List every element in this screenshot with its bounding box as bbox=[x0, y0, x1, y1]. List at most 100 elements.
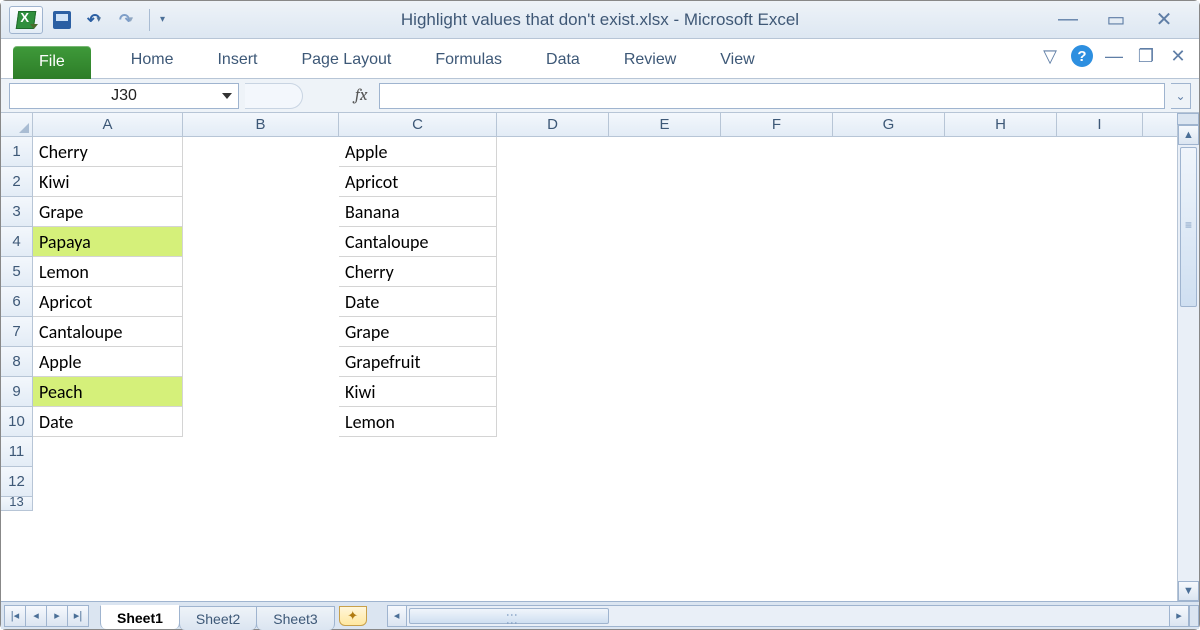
cell-G2[interactable] bbox=[833, 167, 945, 197]
row-header-8[interactable]: 8 bbox=[1, 347, 33, 377]
sheet-tab-sheet3[interactable]: Sheet3 bbox=[256, 606, 334, 630]
cell-B3[interactable] bbox=[183, 197, 339, 227]
cell-D4[interactable] bbox=[497, 227, 609, 257]
cell-E10[interactable] bbox=[609, 407, 721, 437]
tab-data[interactable]: Data bbox=[524, 43, 602, 78]
cell-G3[interactable] bbox=[833, 197, 945, 227]
vertical-scroll-thumb[interactable] bbox=[1180, 147, 1197, 307]
cell-D9[interactable] bbox=[497, 377, 609, 407]
horizontal-scroll-track[interactable] bbox=[407, 605, 1169, 627]
close-button[interactable]: ✕ bbox=[1151, 7, 1177, 32]
cell-F12[interactable] bbox=[721, 467, 833, 497]
cell-I7[interactable] bbox=[1057, 317, 1143, 347]
cell-C9[interactable]: Kiwi bbox=[339, 377, 497, 407]
tab-formulas[interactable]: Formulas bbox=[413, 43, 524, 78]
row-header-3[interactable]: 3 bbox=[1, 197, 33, 227]
cell-E11[interactable] bbox=[609, 437, 721, 467]
cell-D5[interactable] bbox=[497, 257, 609, 287]
cell-H10[interactable] bbox=[945, 407, 1057, 437]
cell-F5[interactable] bbox=[721, 257, 833, 287]
cell-E9[interactable] bbox=[609, 377, 721, 407]
row-header-7[interactable]: 7 bbox=[1, 317, 33, 347]
row-header-2[interactable]: 2 bbox=[1, 167, 33, 197]
cell-F13[interactable] bbox=[721, 497, 833, 511]
cell-C10[interactable]: Lemon bbox=[339, 407, 497, 437]
cell-F11[interactable] bbox=[721, 437, 833, 467]
cell-I3[interactable] bbox=[1057, 197, 1143, 227]
tab-page-layout[interactable]: Page Layout bbox=[279, 43, 413, 78]
cell-B5[interactable] bbox=[183, 257, 339, 287]
cell-I1[interactable] bbox=[1057, 137, 1143, 167]
help-button[interactable]: ? bbox=[1071, 45, 1093, 67]
column-header-G[interactable]: G bbox=[833, 113, 945, 136]
app-menu-button[interactable] bbox=[9, 6, 43, 34]
select-all-button[interactable] bbox=[1, 113, 33, 136]
cell-H9[interactable] bbox=[945, 377, 1057, 407]
cell-C3[interactable]: Banana bbox=[339, 197, 497, 227]
scroll-up-button[interactable]: ▲ bbox=[1178, 125, 1199, 145]
formula-bar[interactable] bbox=[379, 83, 1165, 109]
cell-B4[interactable] bbox=[183, 227, 339, 257]
cell-I12[interactable] bbox=[1057, 467, 1143, 497]
cell-C1[interactable]: Apple bbox=[339, 137, 497, 167]
cell-D7[interactable] bbox=[497, 317, 609, 347]
cell-F1[interactable] bbox=[721, 137, 833, 167]
cell-C2[interactable]: Apricot bbox=[339, 167, 497, 197]
scroll-right-button[interactable]: ▸ bbox=[1169, 605, 1189, 627]
cell-F8[interactable] bbox=[721, 347, 833, 377]
cell-H13[interactable] bbox=[945, 497, 1057, 511]
cell-C6[interactable]: Date bbox=[339, 287, 497, 317]
cell-E2[interactable] bbox=[609, 167, 721, 197]
vertical-split-handle[interactable] bbox=[1177, 113, 1199, 125]
cell-C4[interactable]: Cantaloupe bbox=[339, 227, 497, 257]
cell-F3[interactable] bbox=[721, 197, 833, 227]
cell-A3[interactable]: Grape bbox=[33, 197, 183, 227]
cell-B12[interactable] bbox=[183, 467, 339, 497]
cell-F9[interactable] bbox=[721, 377, 833, 407]
horizontal-scrollbar[interactable]: ◂ ▸ bbox=[387, 605, 1199, 627]
cell-E5[interactable] bbox=[609, 257, 721, 287]
column-header-A[interactable]: A bbox=[33, 113, 183, 136]
cell-F7[interactable] bbox=[721, 317, 833, 347]
cell-A5[interactable]: Lemon bbox=[33, 257, 183, 287]
cell-A11[interactable] bbox=[33, 437, 183, 467]
cell-A8[interactable]: Apple bbox=[33, 347, 183, 377]
cell-B7[interactable] bbox=[183, 317, 339, 347]
cell-A6[interactable]: Apricot bbox=[33, 287, 183, 317]
cell-B13[interactable] bbox=[183, 497, 339, 511]
cell-H8[interactable] bbox=[945, 347, 1057, 377]
undo-button[interactable]: ↶▾ bbox=[81, 7, 107, 33]
sheet-tab-sheet1[interactable]: Sheet1 bbox=[100, 605, 180, 629]
cell-E1[interactable] bbox=[609, 137, 721, 167]
cell-G9[interactable] bbox=[833, 377, 945, 407]
cell-D11[interactable] bbox=[497, 437, 609, 467]
cell-A4[interactable]: Papaya bbox=[33, 227, 183, 257]
cell-E6[interactable] bbox=[609, 287, 721, 317]
cell-C11[interactable] bbox=[339, 437, 497, 467]
last-sheet-button[interactable]: ▸| bbox=[67, 605, 89, 627]
cell-A2[interactable]: Kiwi bbox=[33, 167, 183, 197]
workbook-close-button[interactable]: ✕ bbox=[1167, 46, 1189, 67]
row-header-4[interactable]: 4 bbox=[1, 227, 33, 257]
cell-I4[interactable] bbox=[1057, 227, 1143, 257]
cell-G13[interactable] bbox=[833, 497, 945, 511]
column-header-B[interactable]: B bbox=[183, 113, 339, 136]
cell-D8[interactable] bbox=[497, 347, 609, 377]
cell-C13[interactable] bbox=[339, 497, 497, 511]
cell-H12[interactable] bbox=[945, 467, 1057, 497]
cell-E7[interactable] bbox=[609, 317, 721, 347]
cell-F2[interactable] bbox=[721, 167, 833, 197]
ribbon-minimize-button[interactable]: ▽ bbox=[1039, 46, 1061, 67]
column-header-C[interactable]: C bbox=[339, 113, 497, 136]
tab-review[interactable]: Review bbox=[602, 43, 698, 78]
cell-I8[interactable] bbox=[1057, 347, 1143, 377]
prev-sheet-button[interactable]: ◂ bbox=[25, 605, 47, 627]
cell-I9[interactable] bbox=[1057, 377, 1143, 407]
cell-B2[interactable] bbox=[183, 167, 339, 197]
file-tab[interactable]: File bbox=[13, 46, 91, 79]
tab-home[interactable]: Home bbox=[109, 43, 196, 78]
cell-C12[interactable] bbox=[339, 467, 497, 497]
cell-B9[interactable] bbox=[183, 377, 339, 407]
column-header-D[interactable]: D bbox=[497, 113, 609, 136]
customize-qat-button[interactable]: ▾ bbox=[160, 14, 165, 25]
